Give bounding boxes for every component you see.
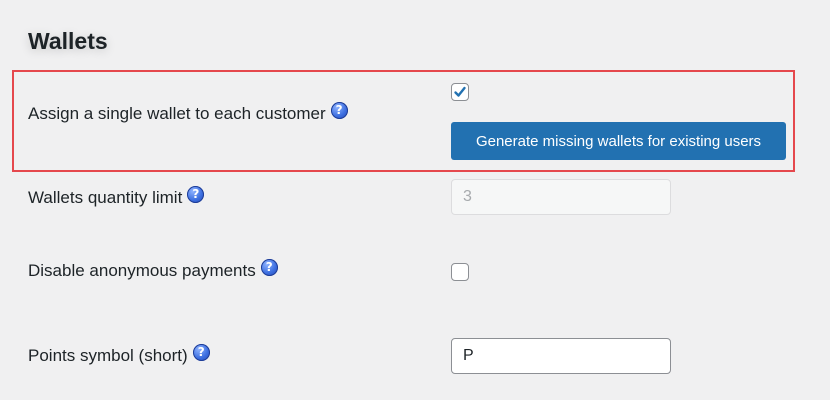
help-icon[interactable]: ? bbox=[192, 343, 210, 361]
single-wallet-label-row: Assign a single wallet to each customer … bbox=[28, 101, 348, 124]
single-wallet-label: Assign a single wallet to each customer bbox=[28, 104, 326, 123]
points-symbol-label-row: Points symbol (short) ? bbox=[28, 343, 210, 366]
quantity-limit-label: Wallets quantity limit bbox=[28, 188, 183, 207]
quantity-limit-input[interactable]: 3 bbox=[451, 179, 671, 215]
checkmark-icon bbox=[454, 86, 466, 97]
anonymous-payments-checkbox[interactable] bbox=[451, 263, 469, 281]
help-icon[interactable]: ? bbox=[187, 185, 205, 203]
anonymous-payments-label: Disable anonymous payments bbox=[28, 261, 256, 280]
help-icon[interactable]: ? bbox=[330, 101, 348, 119]
quantity-limit-label-row: Wallets quantity limit ? bbox=[28, 185, 205, 208]
generate-wallets-button[interactable]: Generate missing wallets for existing us… bbox=[451, 122, 786, 160]
points-symbol-input[interactable]: P bbox=[451, 338, 671, 374]
anonymous-payments-label-row: Disable anonymous payments ? bbox=[28, 258, 278, 281]
points-symbol-value: P bbox=[463, 347, 474, 364]
points-symbol-label: Points symbol (short) bbox=[28, 346, 188, 365]
quantity-limit-value: 3 bbox=[463, 188, 472, 205]
help-icon[interactable]: ? bbox=[260, 258, 278, 276]
single-wallet-checkbox[interactable] bbox=[451, 83, 469, 101]
wallets-section-title: Wallets bbox=[28, 28, 108, 54]
